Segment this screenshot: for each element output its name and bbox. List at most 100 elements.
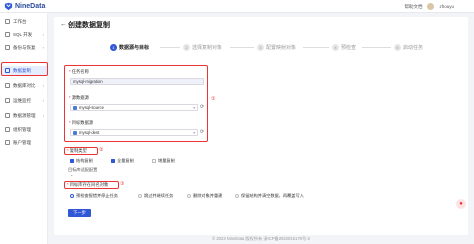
option-label: 全量复制 [117, 158, 134, 163]
sidebar-item-label: 备份与恢复 [13, 44, 36, 50]
option-label: 保留结构并清空数据，再覆盖写入 [241, 193, 304, 198]
copy-type-label: *复制类型 [67, 148, 87, 154]
step-label: 选择复制对象 [192, 45, 223, 51]
target-value: mysql-dest [79, 130, 100, 135]
checkbox-checked[interactable] [111, 159, 115, 163]
annotation-marker-1: ① [211, 96, 216, 102]
step-label: 启动任务 [403, 45, 424, 51]
step-label: 配置映射对象 [266, 45, 297, 51]
copy-type-full[interactable]: 全量复制 [111, 158, 134, 164]
checkbox-unchecked[interactable] [152, 159, 156, 163]
label-text: 任务名称 [71, 69, 89, 74]
next-step-button[interactable]: 下一步 [68, 209, 91, 217]
source-value: mysql-source [79, 105, 104, 110]
target-label: *目标数据源 [69, 120, 93, 126]
required-mark: * [67, 182, 69, 187]
chevron-right-icon: › [42, 32, 44, 37]
sidebar-item-datasource[interactable]: 数据源管理 › [1, 111, 47, 120]
sidebar-item-workbench[interactable]: 工作台 [1, 17, 47, 26]
home-icon [5, 19, 10, 24]
target-select[interactable]: mysql-dest ▾ [70, 129, 198, 136]
brand-name: NineData [15, 3, 46, 10]
org-icon [5, 127, 10, 132]
radio-unselected[interactable] [138, 194, 142, 198]
radio-unselected[interactable] [187, 194, 191, 198]
sidebar: 工作台 SQL 开发 › 备份与恢复 › 数据复制 数据库对比 › 运维监控 ›… [0, 13, 48, 244]
copy-type-structure[interactable]: 结构复制 [70, 158, 93, 164]
step-label: 预检查 [341, 45, 357, 51]
option-label: 删除对象并重建 [193, 193, 223, 198]
step-connector [303, 47, 329, 48]
source-select[interactable]: mysql-source ▾ [70, 104, 198, 111]
checkbox-checked[interactable] [70, 159, 74, 163]
sidebar-item-compare[interactable]: 数据库对比 › [1, 81, 47, 90]
sidebar-item-backup[interactable]: 备份与恢复 › [1, 43, 47, 52]
step-2: 2 选择复制对象 [183, 44, 222, 51]
required-mark: * [67, 148, 69, 153]
required-mark: * [69, 95, 71, 100]
step-number: 4 [332, 44, 339, 51]
collapse-icon[interactable]: ⌃ [70, 174, 74, 179]
top-bar: NineData 帮助文档 zhouyu [0, 0, 474, 13]
sidebar-item-monitor[interactable]: 运维监控 › [1, 96, 47, 105]
chevron-right-icon: › [42, 83, 44, 88]
option-label: 预检查报错并停止任务 [76, 193, 118, 198]
brand-logo[interactable]: NineData [4, 2, 45, 11]
step-connector [230, 47, 254, 48]
code-icon [5, 32, 10, 37]
required-mark: * [69, 69, 71, 74]
step-4: 4 预检查 [332, 44, 356, 51]
mysql-icon [73, 130, 77, 135]
conflict-option-truncate-overwrite[interactable]: 保留结构并清空数据，再覆盖写入 [235, 193, 304, 199]
target-config-label: 目标库适配配置 [68, 167, 98, 172]
avatar[interactable] [427, 3, 435, 10]
step-5: 5 启动任务 [394, 44, 423, 51]
conflict-option-skip[interactable]: 跳过并继续任务 [138, 193, 173, 199]
datasource-icon [5, 113, 10, 118]
sidebar-item-sql-dev[interactable]: SQL 开发 › [1, 30, 47, 39]
sidebar-item-label: 数据库对比 [13, 82, 36, 88]
assistant-float-button[interactable]: ● [456, 199, 466, 209]
option-label: 跳过并继续任务 [144, 193, 174, 198]
account-icon [5, 140, 10, 145]
conflict-option-precheck-stop[interactable]: 预检查报错并停止任务 [70, 193, 118, 199]
refresh-icon[interactable]: ⟳ [200, 129, 204, 135]
sidebar-item-label: 数据源管理 [13, 112, 36, 118]
copy-type-incremental[interactable]: 增量复制 [152, 158, 175, 164]
option-label: 结构复制 [76, 158, 93, 163]
sidebar-item-label: 工作台 [13, 18, 27, 24]
task-name-label: *任务名称 [69, 69, 89, 75]
annotation-marker-2: ② [99, 147, 104, 153]
help-docs-link[interactable]: 帮助文档 [404, 4, 422, 10]
required-mark: * [69, 120, 71, 125]
sidebar-item-label: 账户管理 [13, 139, 31, 145]
step-number: 5 [394, 44, 401, 51]
compare-icon [5, 83, 10, 88]
user-name[interactable]: zhouyu [439, 4, 454, 9]
option-label: 增量复制 [158, 158, 175, 163]
highlight-box-sidebar [1, 62, 48, 76]
footer-copyright: © 2023 NineData 版权所有 浙ICP备2022015170号-2 [212, 236, 310, 241]
chevron-down-icon: ▾ [193, 105, 195, 110]
source-label: *源数据源 [69, 95, 89, 101]
radio-unselected[interactable] [235, 194, 239, 198]
backup-icon [5, 45, 10, 50]
sidebar-item-account[interactable]: 账户管理 [1, 138, 47, 147]
task-name-input[interactable]: mysql-migration [70, 78, 204, 85]
step-number: 3 [257, 44, 264, 51]
step-3: 3 配置映射对象 [257, 44, 296, 51]
label-text: 源数据源 [71, 95, 89, 100]
label-text: 目标库存在同名对象 [69, 182, 109, 187]
conflict-option-drop-rebuild[interactable]: 删除对象并重建 [187, 193, 222, 199]
sidebar-item-label: SQL 开发 [13, 31, 33, 37]
radio-selected[interactable] [70, 194, 74, 198]
sidebar-item-org[interactable]: 组织管理 [1, 125, 47, 134]
sidebar-item-label: 运维监控 [13, 97, 31, 103]
step-1: 1 数据源与目标 [110, 44, 149, 51]
back-arrow-icon[interactable]: ← [60, 21, 67, 28]
refresh-icon[interactable]: ⟳ [200, 104, 204, 110]
chevron-right-icon: › [42, 113, 44, 118]
step-connector [160, 47, 180, 48]
monitor-icon [5, 98, 10, 103]
sidebar-item-label: 组织管理 [13, 126, 31, 132]
